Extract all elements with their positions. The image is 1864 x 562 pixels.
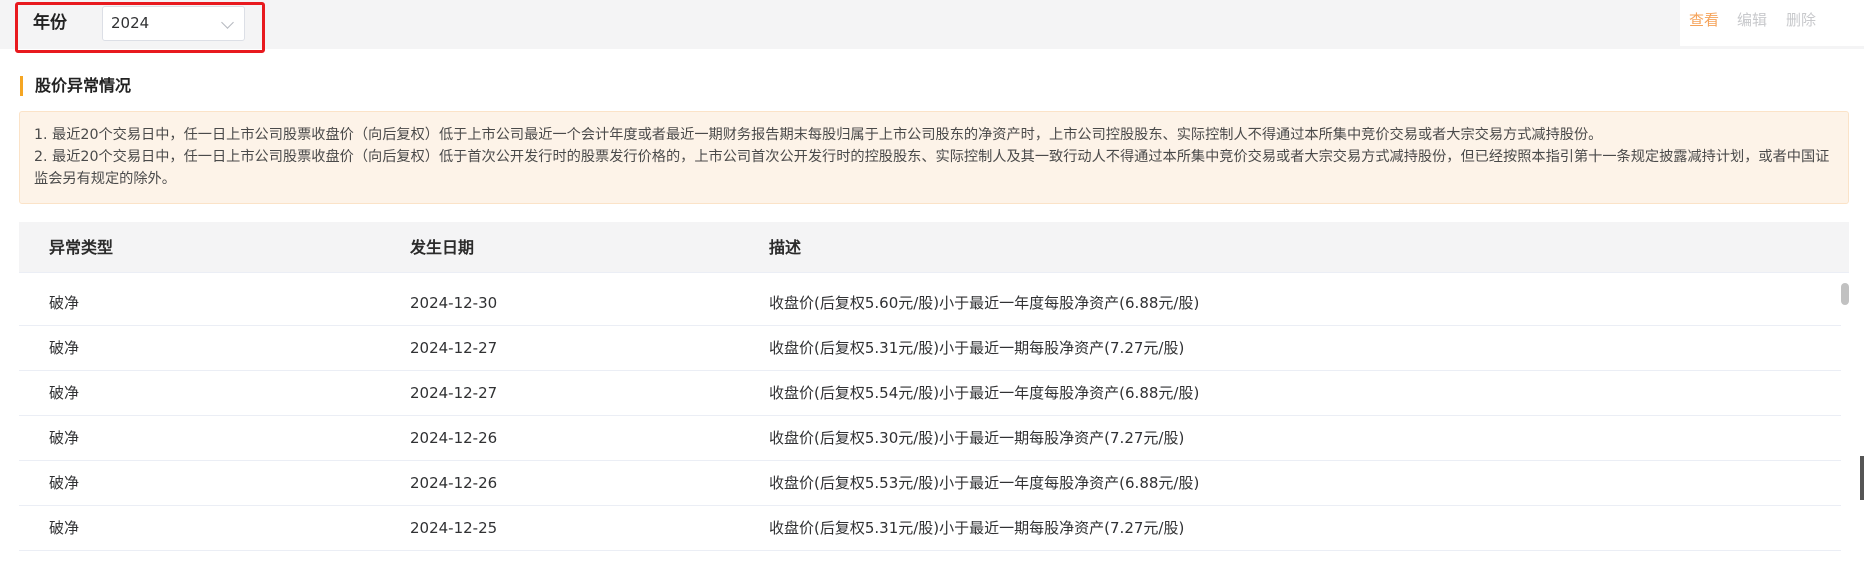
page-edge-handle bbox=[1860, 456, 1864, 500]
delete-button[interactable]: 删除 bbox=[1786, 10, 1816, 30]
table-row[interactable]: 破净 2024-12-30 收盘价(后复权5.60元/股)小于最近一年度每股净资… bbox=[19, 281, 1841, 326]
header-description: 描述 bbox=[769, 238, 802, 257]
page: 年份 2024 查看 编辑 删除 股价异常情况 1. 最近20个交易日中，任一日… bbox=[0, 0, 1864, 562]
cell-date: 2024-12-27 bbox=[410, 339, 498, 357]
cell-description: 收盘价(后复权5.30元/股)小于最近一期每股净资产(7.27元/股) bbox=[769, 429, 1185, 447]
anomaly-table: 异常类型 发生日期 描述 破净 2024-12-30 收盘价(后复权5.60元/… bbox=[19, 222, 1849, 562]
cell-date: 2024-12-25 bbox=[410, 519, 498, 537]
view-button[interactable]: 查看 bbox=[1689, 10, 1719, 30]
cell-anomaly-type: 破净 bbox=[49, 519, 80, 537]
table-row[interactable]: 破净 2024-12-25 收盘价(后复权5.31元/股)小于最近一期每股净资产… bbox=[19, 506, 1841, 551]
table-header: 异常类型 发生日期 描述 bbox=[19, 222, 1849, 273]
cell-anomaly-type: 破净 bbox=[49, 474, 80, 492]
action-group: 查看 编辑 删除 bbox=[1680, 0, 1864, 46]
cell-date: 2024-12-26 bbox=[410, 429, 498, 447]
cell-date: 2024-12-30 bbox=[410, 294, 498, 312]
cell-description: 收盘价(后复权5.31元/股)小于最近一期每股净资产(7.27元/股) bbox=[769, 339, 1185, 357]
notice-line-2: 2. 最近20个交易日中，任一日上市公司股票收盘价（向后复权）低于首次公开发行时… bbox=[34, 149, 1830, 187]
cell-anomaly-type: 破净 bbox=[49, 429, 80, 447]
cell-date: 2024-12-26 bbox=[410, 474, 498, 492]
cell-description: 收盘价(后复权5.31元/股)小于最近一期每股净资产(7.27元/股) bbox=[769, 519, 1185, 537]
year-select-value: 2024 bbox=[111, 14, 150, 32]
cell-anomaly-type: 破净 bbox=[49, 384, 80, 402]
scrollbar-thumb[interactable] bbox=[1841, 283, 1849, 305]
chevron-down-icon bbox=[221, 16, 234, 29]
table-row[interactable]: 破净 2024-12-26 收盘价(后复权5.30元/股)小于最近一期每股净资产… bbox=[19, 416, 1841, 461]
table-row[interactable]: 破净 2024-12-27 收盘价(后复权5.54元/股)小于最近一年度每股净资… bbox=[19, 371, 1841, 416]
table-body[interactable]: 破净 2024-12-30 收盘价(后复权5.60元/股)小于最近一年度每股净资… bbox=[19, 274, 1849, 562]
notice-line-1: 1. 最近20个交易日中，任一日上市公司股票收盘价（向后复权）低于上市公司最近一… bbox=[34, 127, 1603, 143]
section-title: 股价异常情况 bbox=[20, 76, 131, 96]
cell-description: 收盘价(后复权5.53元/股)小于最近一年度每股净资产(6.88元/股) bbox=[769, 474, 1200, 492]
year-select[interactable]: 2024 bbox=[102, 6, 245, 41]
header-date: 发生日期 bbox=[410, 238, 475, 257]
table-row[interactable]: 破净 2024-12-26 收盘价(后复权5.53元/股)小于最近一年度每股净资… bbox=[19, 461, 1841, 506]
header-anomaly-type: 异常类型 bbox=[49, 238, 114, 257]
cell-description: 收盘价(后复权5.60元/股)小于最近一年度每股净资产(6.88元/股) bbox=[769, 294, 1200, 312]
year-label: 年份 bbox=[33, 13, 67, 33]
cell-description: 收盘价(后复权5.54元/股)小于最近一年度每股净资产(6.88元/股) bbox=[769, 384, 1200, 402]
table-scrollbar[interactable] bbox=[1841, 274, 1849, 562]
rules-notice: 1. 最近20个交易日中，任一日上市公司股票收盘价（向后复权）低于上市公司最近一… bbox=[19, 111, 1849, 204]
edit-button[interactable]: 编辑 bbox=[1737, 10, 1767, 30]
table-row[interactable]: 破净 2024-12-27 收盘价(后复权5.31元/股)小于最近一期每股净资产… bbox=[19, 326, 1841, 371]
cell-date: 2024-12-27 bbox=[410, 384, 498, 402]
filter-bar: 年份 2024 查看 编辑 删除 bbox=[0, 0, 1864, 53]
cell-anomaly-type: 破净 bbox=[49, 339, 80, 357]
cell-anomaly-type: 破净 bbox=[49, 294, 80, 312]
